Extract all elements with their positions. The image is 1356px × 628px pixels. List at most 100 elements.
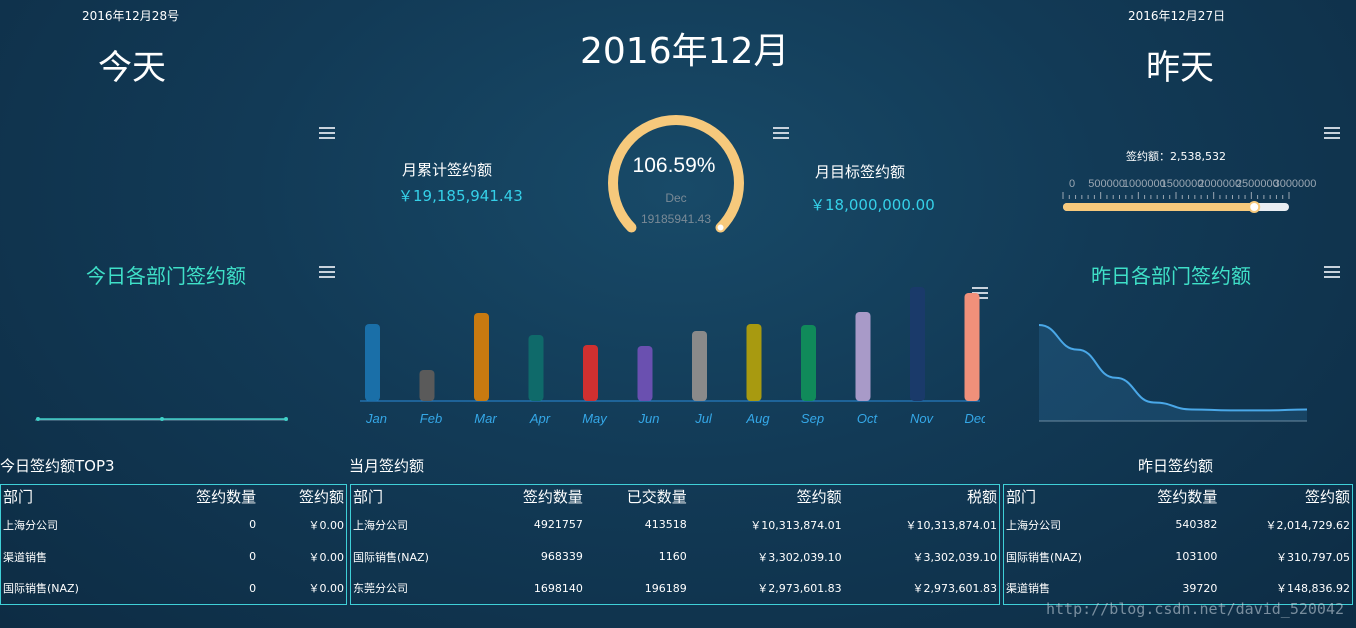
bar-oct[interactable] xyxy=(855,312,871,401)
month-tick-label: Oct xyxy=(857,411,879,426)
today-date: 2016年12月28号 xyxy=(82,9,180,23)
today-dept-menu-icon[interactable] xyxy=(319,266,335,278)
cell-tax: ￥3,302,039.10 xyxy=(912,550,997,564)
slider-tick-label: 2500000 xyxy=(1236,178,1279,190)
bar-aug[interactable] xyxy=(746,324,762,401)
bar-jul[interactable] xyxy=(692,331,707,401)
col-amount: 签约额 xyxy=(298,488,344,507)
cell-dept: 国际销售(NAZ) xyxy=(1006,550,1082,564)
yesterday-dept-title: 昨日各部门签约额 xyxy=(1091,264,1251,288)
monthly-target-value: ￥18,000,000.00 xyxy=(810,196,935,214)
today-series-point[interactable] xyxy=(284,417,288,421)
month-tick-label: Feb xyxy=(420,411,442,426)
month-tick-label: May xyxy=(582,411,608,426)
cell-count: 1698140 xyxy=(533,581,583,595)
table-row: 国际销售(NAZ) 0 ￥0.00 xyxy=(1,573,347,605)
cell-count: 103100 xyxy=(1175,550,1218,563)
col-tax: 税额 xyxy=(966,488,997,507)
watermark: http://blog.csdn.net/david_520042 xyxy=(1045,600,1344,618)
month-table: 部门 签约数量 已交数量 签约额 税额 上海分公司 4921757 413518… xyxy=(350,484,1000,605)
today-series-point[interactable] xyxy=(160,417,164,421)
col-dept: 部门 xyxy=(1006,488,1037,507)
slider-handle[interactable] xyxy=(1248,201,1261,213)
cell-amount: ￥310,797.05 xyxy=(1276,550,1350,564)
yesterday-table: 部门 签约数量 签约额 上海分公司 540382 ￥2,014,729.62 国… xyxy=(1003,484,1353,605)
table-row: 渠道销售 0 ￥0.00 xyxy=(1,541,347,573)
table-row: 上海分公司 4921757 413518 ￥10,313,874.01 ￥10,… xyxy=(351,509,1000,541)
col-amount: 签约额 xyxy=(1304,488,1350,507)
table-header-row: 部门 签约数量 已交数量 签约额 税额 xyxy=(351,485,1000,509)
yesterday-date: 2016年12月27日 xyxy=(1128,9,1226,23)
table-row: 国际销售(NAZ) 103100 ￥310,797.05 xyxy=(1004,541,1353,573)
cell-delivered: 413518 xyxy=(644,518,687,531)
today-top3-table: 部门 签约数量 签约额 上海分公司 0 ￥0.00 渠道销售 0 ￥0.00 国… xyxy=(0,484,347,605)
bar-dec[interactable] xyxy=(964,293,980,401)
month-tick-label: Dec xyxy=(964,411,985,426)
slider-label: 签约额：2,538,532 xyxy=(1126,150,1226,163)
yesterday-dept-chart xyxy=(1038,324,1308,422)
cell-count: 0 xyxy=(249,550,257,563)
today-dept-title: 今日各部门签约额 xyxy=(86,264,246,288)
monthly-bar-chart: Jan Feb Mar Apr May Jun Jul Aug Sep Oct Nov Dec xyxy=(360,287,985,426)
slider-menu-icon[interactable] xyxy=(1324,127,1340,139)
gauge-percent: 106.59% xyxy=(633,154,716,177)
bar-marks: Jan Feb Mar Apr May Jun Jul Aug Sep Oct Nov Dec xyxy=(365,287,985,426)
month-tick-label: Jan xyxy=(365,411,387,426)
cell-tax: ￥10,313,874.01 xyxy=(905,518,997,532)
today-series-point[interactable] xyxy=(36,417,40,421)
cell-count: 0 xyxy=(249,581,257,595)
month-tick-label: Jun xyxy=(638,411,660,426)
cell-amount: ￥0.00 xyxy=(308,550,345,564)
table-row: 上海分公司 540382 ￥2,014,729.62 xyxy=(1004,509,1353,541)
table-row: 上海分公司 0 ￥0.00 xyxy=(1,509,347,541)
cell-dept: 东莞分公司 xyxy=(353,582,408,596)
cell-amount: ￥3,302,039.10 xyxy=(757,550,842,564)
cell-delivered: 1160 xyxy=(658,550,687,563)
month-tick-label: Nov xyxy=(910,411,935,426)
gauge-end-dot xyxy=(715,222,726,233)
slider-tick-label: 2000000 xyxy=(1198,178,1241,190)
contract-slider[interactable]: 0 500000100000015000002000000250000030000… xyxy=(1058,172,1328,217)
cell-count: 4921757 xyxy=(533,518,583,531)
cell-dept: 上海分公司 xyxy=(1006,518,1061,532)
slider-tick-label: 0 xyxy=(1069,178,1075,190)
slider-fill xyxy=(1063,203,1255,211)
bar-mar[interactable] xyxy=(474,313,489,401)
today-dept-chart xyxy=(35,417,288,421)
col-count: 签约数量 xyxy=(522,488,583,507)
gauge-month: Dec xyxy=(665,191,686,205)
col-count: 签约数量 xyxy=(196,488,257,507)
yesterday-dept-menu-icon[interactable] xyxy=(1324,266,1340,278)
gauge-value: 19185941.43 xyxy=(641,212,711,226)
cell-count: 0 xyxy=(249,518,257,531)
month-tick-label: Sep xyxy=(801,411,824,426)
bar-jan[interactable] xyxy=(365,324,380,401)
today-chart-menu-icon[interactable] xyxy=(319,127,335,139)
bar-feb[interactable] xyxy=(419,370,435,401)
col-amount: 签约额 xyxy=(796,488,842,507)
col-dept: 部门 xyxy=(3,488,34,507)
bar-sep[interactable] xyxy=(801,325,816,401)
month-tick-label: Apr xyxy=(529,411,551,426)
bar-nov[interactable] xyxy=(910,287,925,401)
bar-apr[interactable] xyxy=(528,335,544,401)
achievement-gauge: 106.59% Dec 19185941.43 xyxy=(608,115,744,233)
cell-dept: 上海分公司 xyxy=(353,518,408,532)
cell-delivered: 196189 xyxy=(644,581,687,595)
table-row: 东莞分公司 1698140 196189 ￥2,973,601.83 ￥2,97… xyxy=(351,573,1000,605)
page-title: 2016年12月 xyxy=(580,31,790,72)
bar-jun[interactable] xyxy=(637,346,653,401)
monthly-total-label: 月累计签约额 xyxy=(402,161,493,179)
gauge-menu-icon[interactable] xyxy=(773,127,789,139)
month-table-title: 当月签约额 xyxy=(349,457,425,475)
cell-amount: ￥0.00 xyxy=(308,582,345,596)
bar-may[interactable] xyxy=(583,345,598,401)
cell-amount: ￥0.00 xyxy=(308,518,345,532)
slider-tick-label: 1000000 xyxy=(1123,178,1166,190)
cell-dept: 渠道销售 xyxy=(3,550,47,564)
today-top3-title: 今日签约额TOP3 xyxy=(0,457,115,475)
col-delivered: 已交数量 xyxy=(626,488,687,507)
today-title: 今天 xyxy=(98,48,166,88)
cell-tax: ￥2,973,601.83 xyxy=(912,582,997,596)
cell-amount: ￥2,973,601.83 xyxy=(757,582,842,596)
